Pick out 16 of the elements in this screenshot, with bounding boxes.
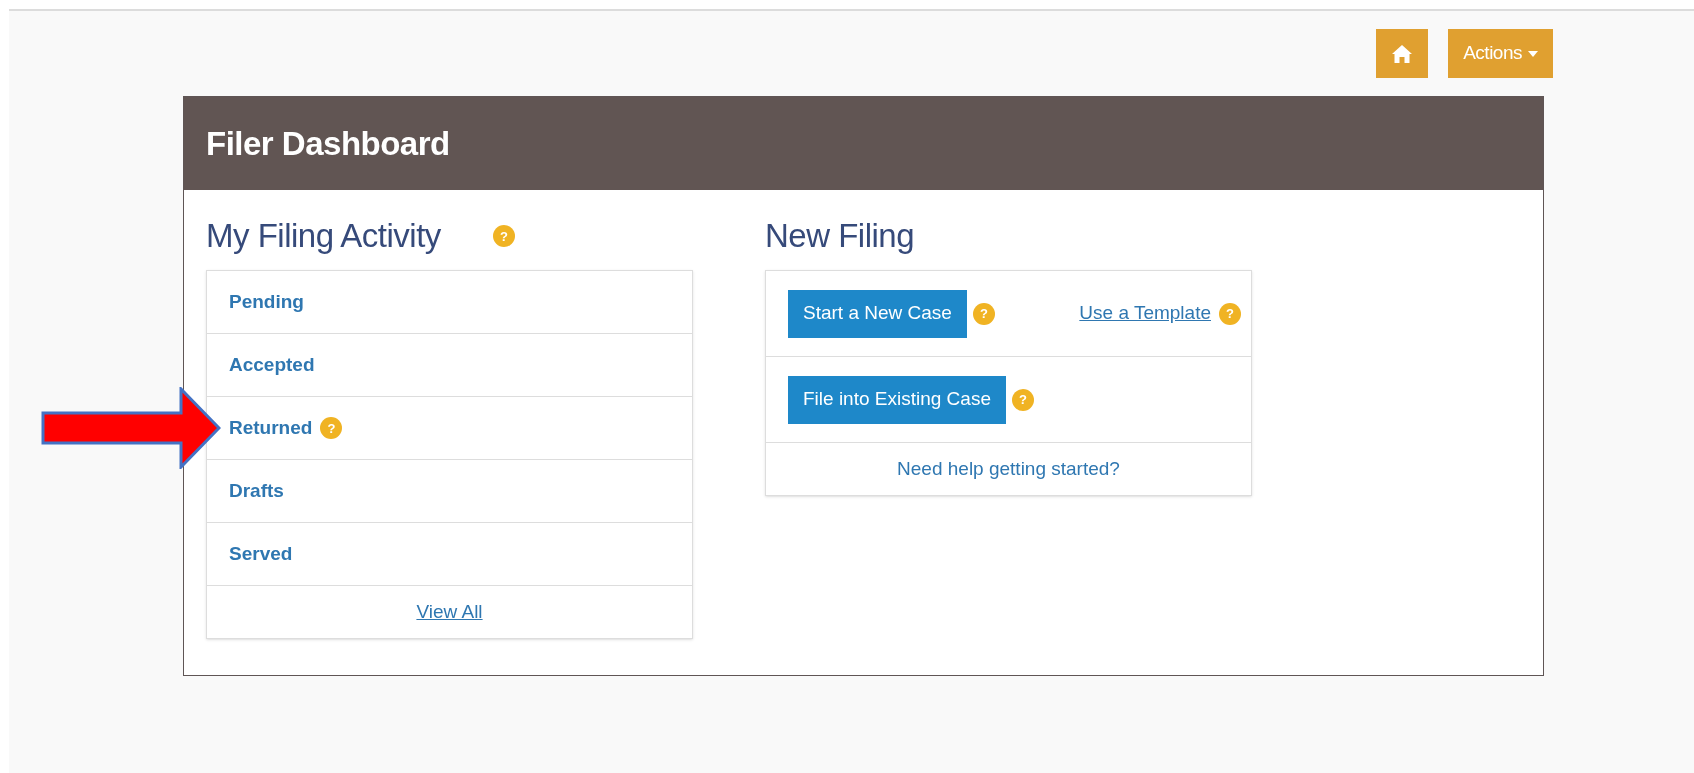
help-link[interactable]: Need help getting started? — [897, 454, 1120, 484]
home-button[interactable] — [1376, 29, 1429, 78]
filing-button[interactable]: Start a New Case — [788, 289, 967, 338]
activity-link[interactable]: Accepted — [229, 350, 315, 380]
section-heading: My Filing Activity — [206, 216, 441, 257]
activity-link[interactable]: Served — [229, 539, 293, 569]
caret-icon — [1528, 50, 1538, 57]
activity-link[interactable]: Returned — [229, 413, 313, 443]
home-icon — [1391, 43, 1414, 64]
activity-link[interactable]: Drafts — [229, 476, 284, 506]
template-link[interactable]: Use a Template — [1079, 299, 1211, 328]
filing-button[interactable]: File into Existing Case — [788, 375, 1006, 424]
dashboard-title: Filer Dashboard — [206, 123, 450, 164]
view-all-link[interactable]: View All — [416, 597, 483, 627]
section-heading: New Filing — [765, 216, 915, 257]
activity-link[interactable]: Pending — [229, 287, 304, 317]
